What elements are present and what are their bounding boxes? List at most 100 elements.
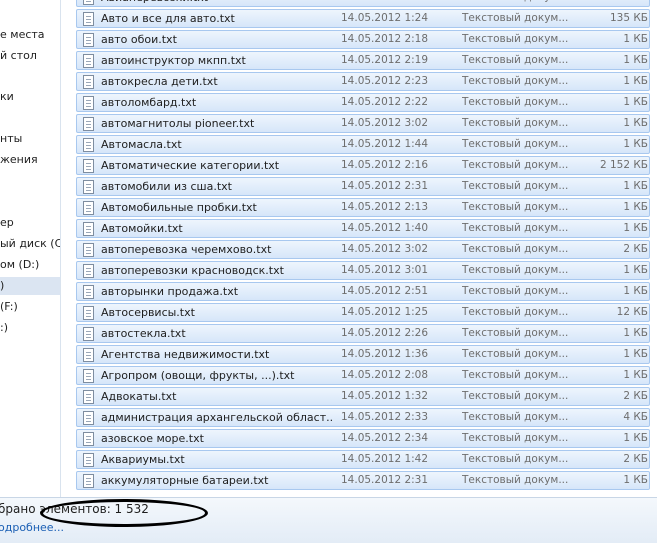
file-size: 1 КБ — [623, 432, 648, 444]
file-name: авто обои.txt — [101, 33, 177, 46]
file-row[interactable]: Агропром (овощи, фрукты, ...).txt 14.05.2… — [76, 366, 650, 385]
file-date: 14.05.2012 3:02 — [341, 243, 429, 255]
file-row[interactable]: Авто и все для авто.txt 14.05.2012 1:24 Те… — [76, 9, 650, 28]
file-size: 1 КБ — [623, 348, 648, 360]
nav-item[interactable]: нты — [0, 130, 22, 148]
file-row[interactable]: азовское море.txt 14.05.2012 2:34 Текстовы… — [76, 429, 650, 448]
file-date: 14.05.2012 1:36 — [341, 348, 429, 360]
file-date: 14.05.2012 2:18 — [341, 33, 429, 45]
text-file-icon — [83, 201, 94, 215]
file-row[interactable]: Адвокаты.txt 14.05.2012 1:32 Текстовый док… — [76, 387, 650, 406]
file-name: автостекла.txt — [101, 327, 186, 340]
text-file-icon — [83, 0, 94, 5]
file-date: 14.05.2012 2:22 — [341, 96, 429, 108]
file-date: 14.05.2012 3:01 — [341, 264, 429, 276]
file-type: Текстовый докум... — [462, 390, 569, 402]
nav-item[interactable]: жения — [0, 151, 38, 169]
file-name: Авиаперевозки.txt — [101, 0, 333, 6]
nav-item[interactable]: ) — [0, 277, 60, 295]
file-row[interactable]: автомагнитолы pioneer.txt 14.05.2012 3:02… — [76, 114, 650, 133]
file-type: Текстовый докум... — [462, 96, 569, 108]
nav-item[interactable]: :) — [0, 319, 8, 337]
nav-item[interactable]: е места — [0, 26, 45, 44]
text-file-icon — [83, 411, 94, 425]
text-file-icon — [83, 54, 94, 68]
file-type: Текстовый докум... — [462, 306, 569, 318]
nav-item[interactable]: й стол — [0, 47, 37, 65]
text-file-icon — [83, 180, 94, 194]
file-row[interactable]: авторынки продажа.txt 14.05.2012 2:51 Текс… — [76, 282, 650, 301]
file-type: Текстовый докум... — [462, 159, 569, 171]
nav-item[interactable]: ер — [0, 214, 14, 232]
file-size: 1 КБ — [623, 96, 648, 108]
file-row[interactable]: Автоматические категории.txt 14.05.2012 2… — [76, 156, 650, 175]
details-link[interactable]: одробнее... — [0, 521, 64, 534]
file-type: Текстовый докум... — [462, 369, 569, 381]
file-row[interactable]: Авиаперевозки.txt 14.05.2012 2:14Текстовы… — [76, 0, 650, 7]
text-file-icon — [83, 369, 94, 383]
nav-item[interactable]: (F:) — [0, 298, 18, 316]
file-date: 14.05.2012 2:19 — [341, 54, 429, 66]
file-row[interactable]: аккумуляторные батареи.txt 14.05.2012 2:3… — [76, 471, 650, 490]
file-row[interactable]: автомобили из сша.txt 14.05.2012 2:31 Текс… — [76, 177, 650, 196]
file-date: 14.05.2012 1:42 — [341, 453, 429, 465]
file-size: 1 КБ — [623, 180, 648, 192]
file-name: автоперевозки красноводск.txt — [101, 264, 284, 277]
file-type: Текстовый докум... — [462, 75, 569, 87]
hand-drawn-ellipse-annotation — [40, 499, 208, 527]
file-row[interactable]: Агентства недвижимости.txt 14.05.2012 1:3… — [76, 345, 650, 364]
text-file-icon — [83, 75, 94, 89]
file-date: 14.05.2012 1:32 — [341, 390, 429, 402]
file-type: Текстовый докум... — [462, 348, 569, 360]
file-row[interactable]: автоинструктор мкпп.txt 14.05.2012 2:19 Те… — [76, 51, 650, 70]
file-row[interactable]: автоперевозки красноводск.txt 14.05.2012 … — [76, 261, 650, 280]
file-name: автокресла дети.txt — [101, 75, 218, 88]
file-row[interactable]: Автосервисы.txt 14.05.2012 1:25 Текстовый … — [76, 303, 650, 322]
text-file-icon — [83, 12, 94, 26]
file-row[interactable]: Аквариумы.txt 14.05.2012 1:42 Текстовый до… — [76, 450, 650, 469]
text-file-icon — [83, 348, 94, 362]
file-name: Автоматические категории.txt — [101, 159, 280, 172]
file-row[interactable]: Автомасла.txt 14.05.2012 1:44 Текстовый до… — [76, 135, 650, 154]
file-date: 14.05.2012 1:44 — [341, 138, 429, 150]
file-row[interactable]: автоломбард.txt 14.05.2012 2:22 Текстовый … — [76, 93, 650, 112]
file-type: Текстовый докум... — [462, 0, 572, 6]
file-date: 14.05.2012 2:51 — [341, 285, 429, 297]
file-name: авторынки продажа.txt — [101, 285, 239, 298]
file-size: 1 КБ — [623, 54, 648, 66]
text-file-icon — [83, 159, 94, 173]
file-row[interactable]: Автомобильные пробки.txt 14.05.2012 2:13 Т… — [76, 198, 650, 217]
file-row[interactable]: администрация архангельской област... 14.… — [76, 408, 650, 427]
file-row[interactable]: автокресла дети.txt 14.05.2012 2:23 Тексто… — [76, 72, 650, 91]
file-name: Автомасла.txt — [101, 138, 182, 151]
file-type: Текстовый докум... — [462, 327, 569, 339]
file-list[interactable]: Авиаперевозки.txt14.05.2012 2:14Текстовы… — [62, 0, 657, 497]
file-name: администрация архангельской област... — [101, 411, 333, 424]
file-row[interactable]: Автомойки.txt 14.05.2012 1:40 Текстовый до… — [76, 219, 650, 238]
file-name: автоинструктор мкпп.txt — [101, 54, 246, 67]
file-name: автоломбард.txt — [101, 96, 197, 109]
file-date: 14.05.2012 3:02 — [341, 117, 429, 129]
file-type: Текстовый докум... — [462, 201, 569, 213]
file-date: 14.05.2012 2:31 — [341, 474, 429, 486]
file-type: Текстовый докум... — [462, 243, 569, 255]
file-size: 1 КБ — [623, 117, 648, 129]
nav-item[interactable]: ки — [0, 88, 14, 106]
text-file-icon — [83, 327, 94, 341]
file-size: 2 КБ — [623, 453, 648, 465]
file-size: 1 КБ — [623, 138, 648, 150]
file-size: 1 КБ — [623, 285, 648, 297]
file-size: 1 КБ — [623, 222, 648, 234]
file-row[interactable]: авто обои.txt 14.05.2012 2:18 Текстовый до… — [76, 30, 650, 49]
file-type: Текстовый докум... — [462, 138, 569, 150]
nav-item[interactable]: ом (D:) — [0, 256, 39, 274]
file-type: Текстовый докум... — [462, 222, 569, 234]
navigation-pane[interactable]: е места й стол ки нты жения ер ый диск (С ом (D… — [0, 0, 61, 497]
file-row[interactable]: автостекла.txt 14.05.2012 2:26 Текстовый д… — [76, 324, 650, 343]
nav-item[interactable]: ый диск (С — [0, 235, 60, 253]
file-date: 14.05.2012 2:34 — [341, 432, 429, 444]
file-row[interactable]: автоперевозка черемхово.txt 14.05.2012 3:… — [76, 240, 650, 259]
file-type: Текстовый докум... — [462, 264, 569, 276]
file-size: 2 КБ — [623, 243, 648, 255]
text-file-icon — [83, 474, 94, 488]
